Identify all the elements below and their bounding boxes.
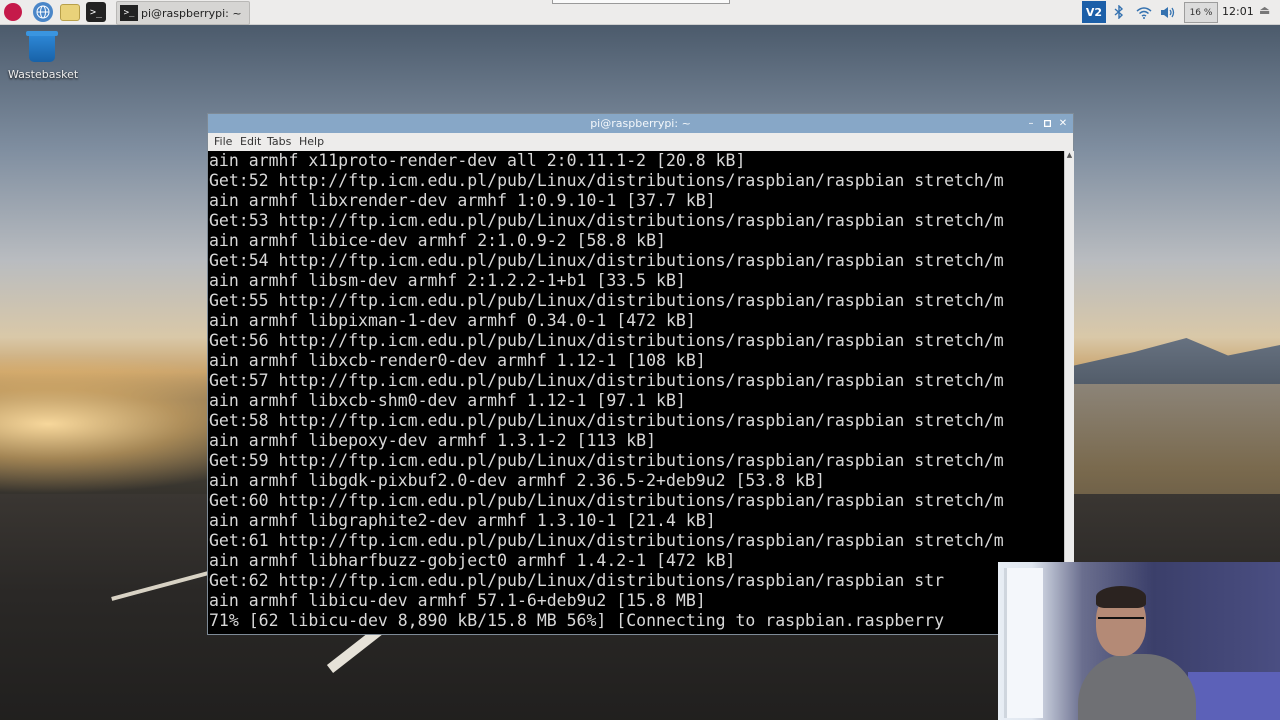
- vnc-server-icon[interactable]: V2: [1082, 1, 1106, 23]
- terminal-line: ain armhf libepoxy-dev armhf 1.3.1-2 [11…: [209, 431, 657, 450]
- taskbar-terminal-task[interactable]: >_ pi@raspberrypi: ~: [116, 1, 250, 25]
- terminal-line: ain armhf libicu-dev armhf 57.1-6+deb9u2…: [209, 591, 706, 610]
- terminal-line: Get:56 http://ftp.icm.edu.pl/pub/Linux/d…: [209, 331, 1004, 350]
- menu-tabs[interactable]: Tabs: [267, 135, 291, 148]
- terminal-line: Get:54 http://ftp.icm.edu.pl/pub/Linux/d…: [209, 251, 1004, 270]
- terminal-line: Get:61 http://ftp.icm.edu.pl/pub/Linux/d…: [209, 531, 1004, 550]
- globe-icon: [36, 5, 50, 19]
- terminal-icon: >_: [120, 5, 138, 21]
- window-titlebar[interactable]: pi@raspberrypi: ~ – ✕: [208, 114, 1073, 133]
- terminal-line: Get:55 http://ftp.icm.edu.pl/pub/Linux/d…: [209, 291, 1004, 310]
- menu-help[interactable]: Help: [299, 135, 324, 148]
- web-browser-icon[interactable]: [33, 2, 53, 22]
- window-title: pi@raspberrypi: ~: [590, 117, 691, 130]
- terminal-line: Get:52 http://ftp.icm.edu.pl/pub/Linux/d…: [209, 171, 1004, 190]
- panel-handle: [552, 0, 730, 4]
- terminal-line: Get:62 http://ftp.icm.edu.pl/pub/Linux/d…: [209, 571, 945, 590]
- terminal-line: ain armhf libxcb-render0-dev armhf 1.12-…: [209, 351, 706, 370]
- clock[interactable]: 12:01: [1222, 5, 1254, 18]
- webcam-person-glasses: [1098, 617, 1144, 628]
- terminal-line: Get:59 http://ftp.icm.edu.pl/pub/Linux/d…: [209, 451, 1004, 470]
- bluetooth-icon[interactable]: [1110, 3, 1128, 21]
- terminal-line: ain armhf libxrender-dev armhf 1:0.9.10-…: [209, 191, 716, 210]
- terminal-window: pi@raspberrypi: ~ – ✕ File Edit Tabs Hel…: [207, 113, 1074, 635]
- webcam-window-light: [1004, 568, 1043, 718]
- terminal-line: Get:57 http://ftp.icm.edu.pl/pub/Linux/d…: [209, 371, 1004, 390]
- wastebasket-desktop-icon[interactable]: Wastebasket: [8, 31, 79, 81]
- terminal-progress-line: 71% [62 libicu-dev 8,890 kB/15.8 MB 56%]…: [209, 611, 945, 630]
- terminal-line: ain armhf libgraphite2-dev armhf 1.3.10-…: [209, 511, 716, 530]
- cpu-monitor[interactable]: 16 %: [1184, 2, 1218, 23]
- volume-icon[interactable]: [1159, 3, 1177, 21]
- webcam-background-object: [1188, 672, 1280, 720]
- terminal-line: ain armhf x11proto-render-dev all 2:0.11…: [209, 151, 746, 170]
- menu-bar: File Edit Tabs Help: [208, 133, 1073, 151]
- terminal-line: Get:58 http://ftp.icm.edu.pl/pub/Linux/d…: [209, 411, 1004, 430]
- terminal-line: ain armhf libsm-dev armhf 2:1.2.2-1+b1 […: [209, 271, 686, 290]
- terminal-line: ain armhf libpixman-1-dev armhf 0.34.0-1…: [209, 311, 696, 330]
- eject-icon[interactable]: ⏏: [1259, 3, 1270, 17]
- task-label: pi@raspberrypi: ~: [141, 6, 242, 20]
- terminal-line: ain armhf libharfbuzz-gobject0 armhf 1.4…: [209, 551, 736, 570]
- menu-edit[interactable]: Edit: [240, 135, 261, 148]
- desktop-icon-label: Wastebasket: [8, 68, 79, 81]
- trash-icon: [26, 31, 58, 62]
- webcam-person-body: [1078, 654, 1196, 720]
- terminal-output[interactable]: ain armhf x11proto-render-dev all 2:0.11…: [208, 151, 1064, 634]
- file-manager-icon[interactable]: [60, 4, 80, 21]
- terminal-line: ain armhf libice-dev armhf 2:1.0.9-2 [58…: [209, 231, 666, 250]
- menu-file[interactable]: File: [214, 135, 232, 148]
- terminal-icon[interactable]: >_: [86, 2, 106, 22]
- webcam-person-hair: [1096, 586, 1146, 608]
- taskbar: >_ >_ pi@raspberrypi: ~ V2 16 % 12:01 ⏏: [0, 0, 1280, 25]
- wifi-icon[interactable]: [1135, 3, 1153, 21]
- maximize-icon[interactable]: [1040, 116, 1054, 130]
- webcam-overlay: [998, 562, 1280, 720]
- terminal-line: ain armhf libxcb-shm0-dev armhf 1.12-1 […: [209, 391, 686, 410]
- minimize-icon[interactable]: –: [1024, 116, 1038, 130]
- terminal-line: ain armhf libgdk-pixbuf2.0-dev armhf 2.3…: [209, 471, 825, 490]
- raspberry-menu-icon[interactable]: [4, 3, 22, 21]
- terminal-line: Get:60 http://ftp.icm.edu.pl/pub/Linux/d…: [209, 491, 1004, 510]
- scroll-up-icon[interactable]: ▲: [1065, 151, 1074, 161]
- close-icon[interactable]: ✕: [1056, 116, 1070, 130]
- terminal-line: Get:53 http://ftp.icm.edu.pl/pub/Linux/d…: [209, 211, 1004, 230]
